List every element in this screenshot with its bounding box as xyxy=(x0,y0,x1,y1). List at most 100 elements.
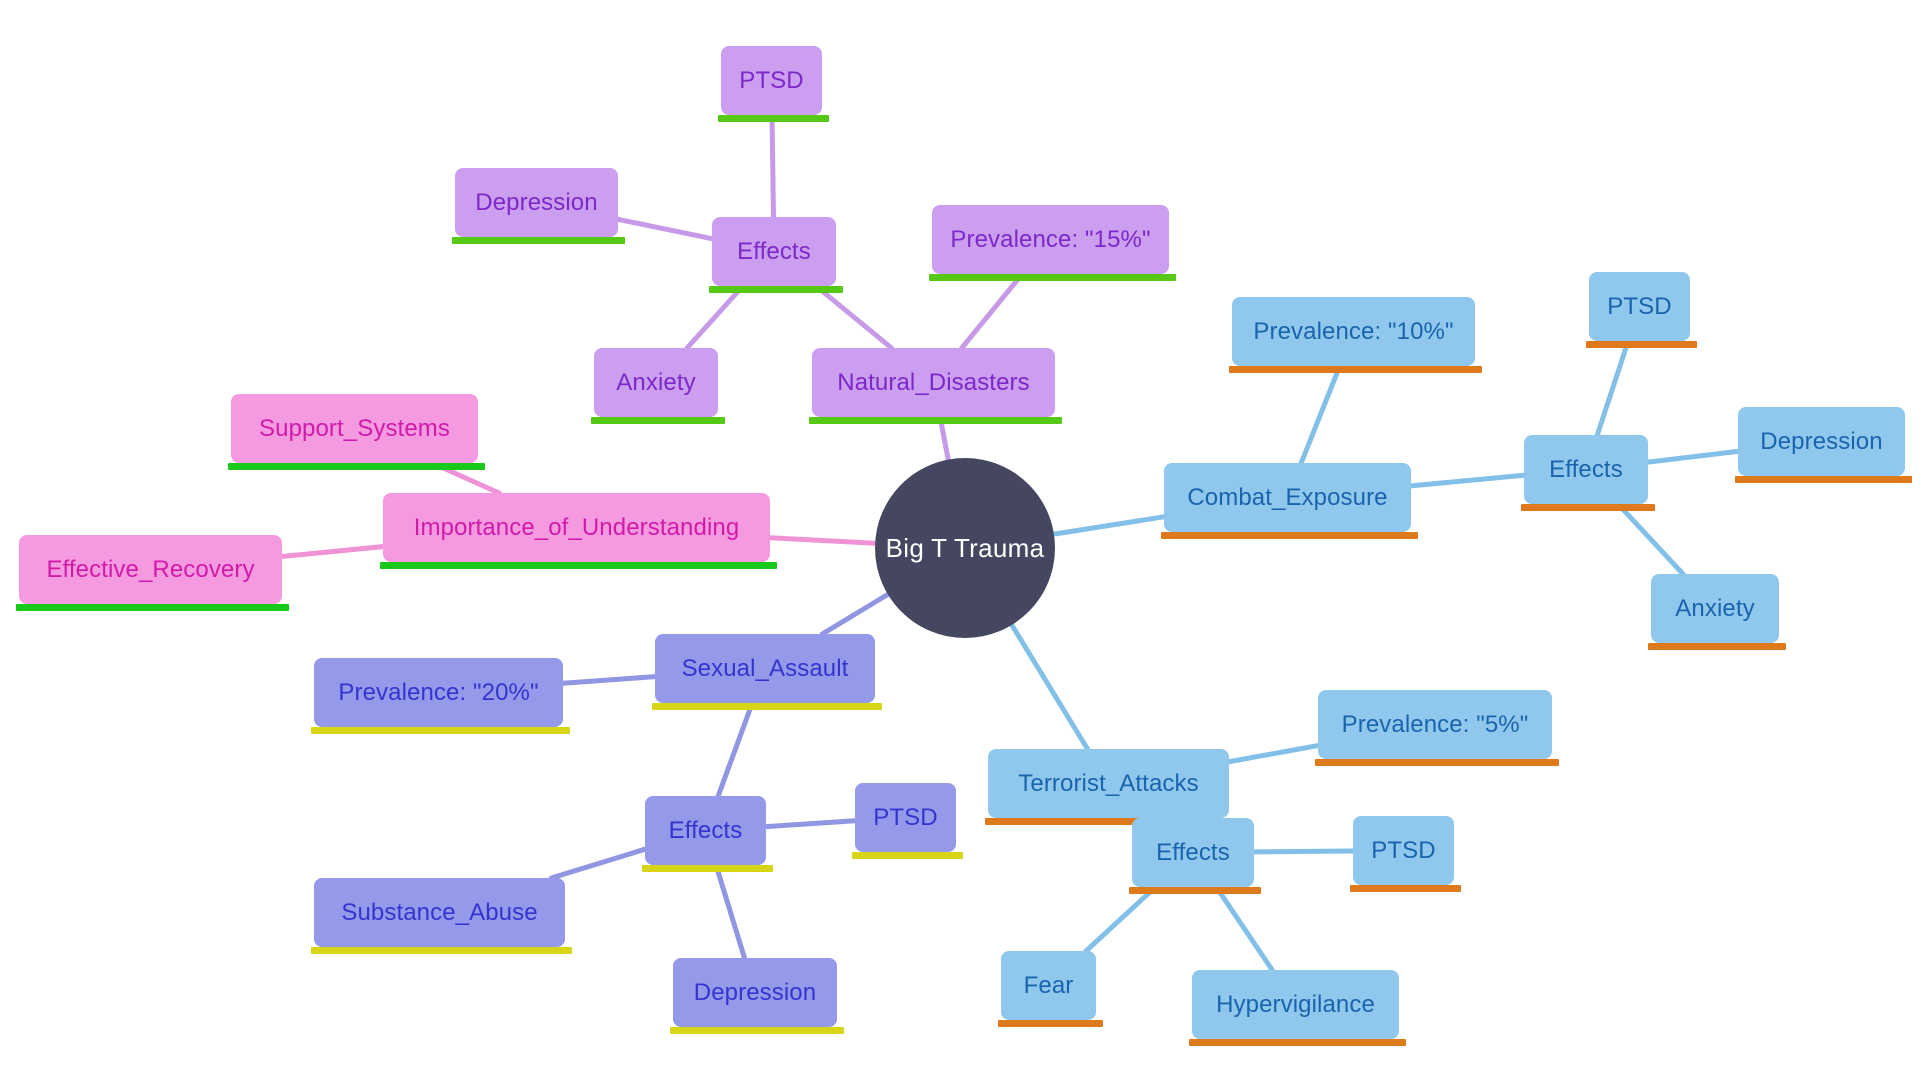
mindmap-node-ptsd-ce[interactable]: PTSD xyxy=(1586,272,1697,348)
mindmap-node-prevalence-sa[interactable]: Prevalence: "20%" xyxy=(311,658,570,734)
mindmap-node-ptsd-sa[interactable]: PTSD xyxy=(852,783,963,859)
node-accent-bar xyxy=(1586,341,1697,348)
mindmap-node-prevalence-ta[interactable]: Prevalence: "5%" xyxy=(1315,690,1559,766)
mindmap-node-effects-nd[interactable]: Effects xyxy=(709,217,843,293)
edge-terrorist-attacks-to-prevalence-ta xyxy=(1226,743,1321,765)
node-accent-bar xyxy=(591,417,725,424)
node-accent-bar xyxy=(718,115,829,122)
mindmap-node-substance-abuse[interactable]: Substance_Abuse xyxy=(311,878,572,954)
mindmap-node-label: Effects xyxy=(737,237,811,265)
node-accent-bar xyxy=(809,417,1062,424)
edge-effects-ce-to-ptsd-ce xyxy=(1594,338,1631,438)
node-accent-bar xyxy=(1648,643,1786,650)
mindmap-node-label: Prevalence: "15%" xyxy=(950,225,1151,253)
mindmap-node-label: Substance_Abuse xyxy=(341,898,538,926)
mindmap-node-effects-sa[interactable]: Effects xyxy=(642,796,773,872)
mindmap-node-ptsd-nd[interactable]: PTSD xyxy=(718,46,829,122)
node-accent-bar xyxy=(1229,366,1482,373)
mindmap-node-effects-ce[interactable]: Effects xyxy=(1521,435,1655,511)
edge-center-to-importance xyxy=(767,535,878,546)
mindmap-node-terrorist-attacks[interactable]: Terrorist_Attacks xyxy=(985,749,1236,825)
edge-effects-ta-to-ptsd-ta xyxy=(1251,848,1356,855)
edge-natural-disaster-to-effects-nd xyxy=(813,283,894,351)
edge-natural-disaster-to-prevalence-nd xyxy=(959,271,1025,351)
edge-effects-nd-to-depression-nd xyxy=(615,216,715,242)
node-accent-bar xyxy=(311,727,570,734)
mindmap-node-label: Importance_of_Understanding xyxy=(413,513,740,541)
edge-effects-nd-to-ptsd-nd xyxy=(769,112,776,220)
mindmap-node-prevalence-ce[interactable]: Prevalence: "10%" xyxy=(1229,297,1482,373)
mindmap-node-label: Fear xyxy=(1023,971,1074,999)
mindmap-node-anxiety-nd[interactable]: Anxiety xyxy=(591,348,725,424)
mindmap-node-ptsd-ta[interactable]: PTSD xyxy=(1350,816,1461,892)
edge-effects-sa-to-depression-sa xyxy=(713,862,747,961)
node-accent-bar xyxy=(1161,532,1418,539)
node-accent-bar xyxy=(1315,759,1559,766)
mindmap-node-depression-sa[interactable]: Depression xyxy=(670,958,844,1034)
mindmap-node-natural-disaster[interactable]: Natural_Disasters xyxy=(809,348,1062,424)
edge-importance-to-effective-rec xyxy=(279,544,386,559)
mindmap-node-combat-exposure[interactable]: Combat_Exposure xyxy=(1161,463,1418,539)
node-accent-bar xyxy=(998,1020,1103,1027)
mindmap-node-label: Anxiety xyxy=(616,368,696,396)
mindmap-node-label: PTSD xyxy=(1607,292,1672,320)
mindmap-node-label: Effects xyxy=(1156,838,1230,866)
mindmap-node-label: PTSD xyxy=(873,803,938,831)
mindmap-node-label: Natural_Disasters xyxy=(837,368,1030,396)
mindmap-node-anxiety-ce[interactable]: Anxiety xyxy=(1648,574,1786,650)
edge-sexual-assault-to-effects-sa xyxy=(715,700,755,799)
edge-combat-exposure-to-prevalence-ce xyxy=(1298,363,1343,466)
mindmap-node-depression-nd[interactable]: Depression xyxy=(452,168,625,244)
mindmap-node-prevalence-nd[interactable]: Prevalence: "15%" xyxy=(929,205,1176,281)
mindmap-node-label: PTSD xyxy=(1371,836,1436,864)
node-accent-bar xyxy=(1521,504,1655,511)
mindmap-node-effects-ta[interactable]: Effects xyxy=(1129,818,1261,894)
node-accent-bar xyxy=(380,562,777,569)
mindmap-canvas: PTSD Depression Effects Prevalence: "15%" An… xyxy=(0,0,1920,1080)
mindmap-node-label: Prevalence: "20%" xyxy=(338,678,539,706)
center-node-label: Big T Trauma xyxy=(885,532,1045,563)
mindmap-node-label: Effects xyxy=(1549,455,1623,483)
mindmap-node-label: Depression xyxy=(1760,427,1883,455)
mindmap-node-label: Terrorist_Attacks xyxy=(1018,769,1199,797)
center-node-big-t-trauma[interactable]: Big T Trauma xyxy=(875,458,1055,638)
mindmap-node-label: Hypervigilance xyxy=(1216,990,1375,1018)
mindmap-node-effective-rec[interactable]: Effective_Recovery xyxy=(16,535,289,611)
mindmap-node-label: Effects xyxy=(668,816,743,844)
edge-effects-ta-to-fear xyxy=(1083,884,1158,954)
node-accent-bar xyxy=(670,1027,844,1034)
node-accent-bar xyxy=(709,286,843,293)
mindmap-node-importance[interactable]: Importance_of_Understanding xyxy=(380,493,777,569)
node-accent-bar xyxy=(16,604,289,611)
mindmap-node-label: Depression xyxy=(693,978,817,1006)
node-accent-bar xyxy=(652,703,882,710)
edge-center-to-sexual-assault xyxy=(819,591,891,637)
node-accent-bar xyxy=(1735,476,1912,483)
mindmap-node-label: Prevalence: "5%" xyxy=(1341,710,1529,738)
mindmap-node-sexual-assault[interactable]: Sexual_Assault xyxy=(652,634,882,710)
mindmap-node-label: Sexual_Assault xyxy=(681,654,849,682)
node-accent-bar xyxy=(929,274,1176,281)
node-accent-bar xyxy=(228,463,485,470)
node-accent-bar xyxy=(452,237,625,244)
mindmap-node-label: Depression xyxy=(475,188,598,216)
mindmap-node-depression-ce[interactable]: Depression xyxy=(1735,407,1912,483)
mindmap-node-label: Prevalence: "10%" xyxy=(1253,317,1454,345)
edge-effects-sa-to-substance-abuse xyxy=(548,846,648,881)
mindmap-node-hypervigilance[interactable]: Hypervigilance xyxy=(1189,970,1406,1046)
mindmap-node-fear[interactable]: Fear xyxy=(998,951,1103,1027)
edge-combat-exposure-to-effects-ce xyxy=(1408,472,1527,489)
mindmap-node-support-systems[interactable]: Support_Systems xyxy=(228,394,485,470)
mindmap-node-label: Support_Systems xyxy=(259,414,450,442)
mindmap-node-label: Effective_Recovery xyxy=(46,555,255,583)
node-accent-bar xyxy=(852,852,963,859)
edge-center-to-combat-exposure xyxy=(1051,514,1167,537)
node-accent-bar xyxy=(1189,1039,1406,1046)
node-accent-bar xyxy=(1350,885,1461,892)
edge-effects-ta-to-hypervigilance xyxy=(1213,884,1275,973)
mindmap-node-label: Combat_Exposure xyxy=(1187,483,1388,511)
edge-effects-ce-to-anxiety-ce xyxy=(1615,501,1686,577)
node-accent-bar xyxy=(311,947,572,954)
node-accent-bar xyxy=(642,865,773,872)
edge-effects-ce-to-depression-ce xyxy=(1645,448,1741,465)
